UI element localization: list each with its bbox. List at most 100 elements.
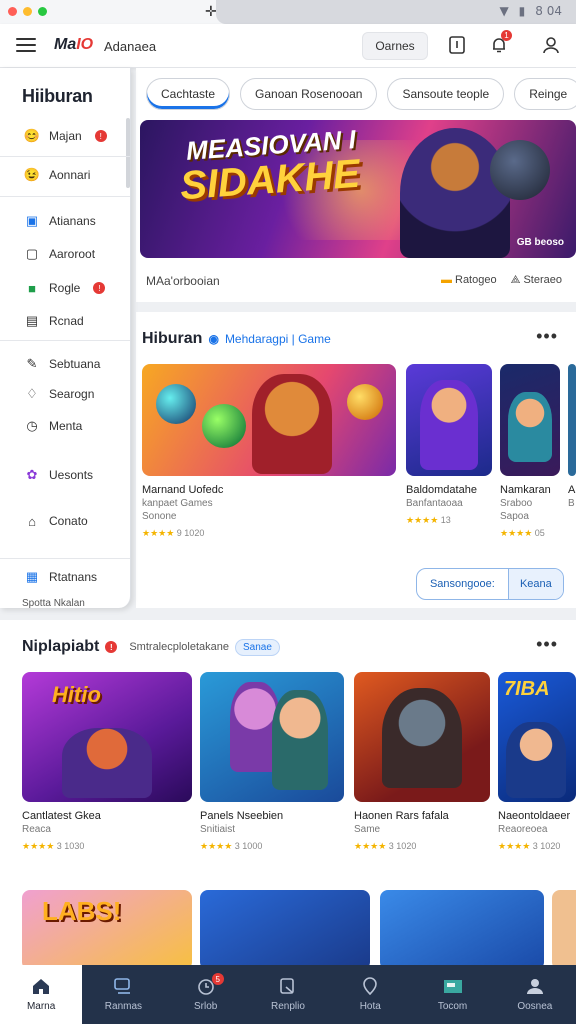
map-pin-icon — [363, 977, 378, 995]
game-subtitle: Reaoreoea — [498, 824, 548, 835]
game-card[interactable]: Panels Nseebien Snitiaist ★★★★ 3 1000 — [200, 672, 344, 852]
share-link[interactable]: ⟁ Steraeo — [511, 274, 562, 287]
nav-item-chat[interactable]: Ranmas — [82, 965, 164, 1024]
search-button[interactable]: Oarnes — [362, 32, 428, 60]
sidebar-divider — [0, 340, 130, 341]
rating-value: 05 — [534, 528, 545, 538]
hero-character — [400, 128, 510, 258]
nav-item-profile[interactable]: Oosnea — [494, 965, 576, 1024]
search-input[interactable]: Adanaea — [104, 39, 156, 54]
hero-tag: GB beoso — [516, 237, 564, 248]
nav-item-map[interactable]: Hota — [329, 965, 411, 1024]
sidebar-item-10[interactable]: ✿ Uesonts — [24, 467, 93, 483]
sidebar-scrollbar[interactable] — [126, 118, 130, 188]
view-toggle[interactable]: Sansongooe: Keana — [416, 568, 564, 600]
store-icon — [443, 980, 462, 993]
section-divider — [0, 608, 576, 620]
game-title: Baldomdatahe — [406, 484, 477, 496]
game-thumbnail-partial[interactable] — [200, 890, 370, 970]
game-card[interactable]: Marnand Uofedc kanpaet Games Sonone ★★★★… — [142, 364, 396, 539]
folder-link[interactable]: ▬ Ratogeo — [441, 274, 497, 287]
game-thumbnail-partial[interactable] — [380, 890, 544, 970]
view-toggle-right[interactable]: Keana — [507, 569, 563, 599]
game-title: Namkaran — [500, 484, 551, 496]
tab-category-3[interactable]: Sansoute teople — [387, 78, 505, 110]
clock-icon: ◷ — [26, 418, 38, 433]
game-card[interactable]: A B — [568, 364, 576, 510]
sidebar-item-9[interactable]: ◷ Menta — [24, 418, 82, 434]
game-rating: ★★★★ 3 1030 — [22, 840, 192, 852]
sidebar-item-4[interactable]: ▢ Aaroroot — [24, 246, 95, 262]
game-card[interactable]: Namkaran Sraboo Sapoa ★★★★ 05 — [500, 364, 560, 539]
game-thumbnail — [200, 672, 344, 802]
signal-icon: ▮ — [518, 4, 526, 18]
minimize-dot[interactable] — [23, 7, 32, 16]
game-rating: ★★★★ 13 — [406, 514, 492, 526]
sidebar-item-label: Majan — [49, 129, 82, 143]
account-icon[interactable] — [540, 34, 562, 56]
more-options-icon[interactable]: ••• — [536, 634, 558, 655]
game-title: Panels Nseebien — [200, 810, 284, 822]
nav-label: Tocom — [437, 1001, 468, 1012]
hero-banner[interactable]: MEASIOVAN I SIDAKHE GB beoso — [140, 120, 576, 258]
wifi-icon: ▼ — [499, 4, 509, 18]
phone-icon[interactable] — [446, 34, 468, 56]
share-link-label: Steraeo — [523, 274, 562, 286]
game-thumbnail-partial[interactable]: LABS! — [22, 890, 192, 970]
shield-icon: ♢ — [26, 386, 38, 401]
rating-stars: ★★★★ — [498, 841, 531, 851]
nav-item-timer[interactable]: 5 Srlob — [165, 965, 247, 1024]
sidebar: Hiiburan 😊 Majan! 😉 Aonnari ▣ Atianans ▢ Aar… — [0, 68, 131, 609]
section-badge[interactable]: Sanae — [235, 638, 280, 656]
nav-item-home[interactable]: Marna — [0, 965, 83, 1024]
tab-category-4[interactable]: Reinge — [514, 78, 576, 110]
view-toggle-left[interactable]: Sansongooe: — [417, 569, 508, 599]
folder-icon: ▬ — [440, 274, 452, 286]
section-header: Hiburan ◉ Mehdaragpi | Game — [142, 330, 331, 348]
section-niplapiabt: Niplapiabt ! Smtralecploletakane Sanae •… — [0, 620, 576, 970]
wink-icon: 😉 — [23, 167, 41, 182]
share-icon: ⟁ — [510, 274, 521, 286]
game-card[interactable]: Haonen Rars fafala Same ★★★★ 3 1020 — [354, 672, 490, 852]
sidebar-badge: ! — [94, 130, 107, 142]
sidebar-item-label: Rogle — [49, 281, 81, 295]
sidebar-item-12[interactable]: ▦ Rtatnans — [24, 569, 97, 585]
sidebar-item-11[interactable]: ⌂ Conato — [24, 513, 88, 529]
game-rating: ★★★★ 3 1020 — [354, 840, 490, 852]
sidebar-item-7[interactable]: ✎ Sebtuana — [24, 356, 101, 372]
tab-category-2[interactable]: Ganoan Rosenooan — [240, 78, 378, 110]
nav-item-edit[interactable]: Renplio — [247, 965, 329, 1024]
sidebar-item-5[interactable]: ■ Rogle! — [24, 280, 106, 296]
sidebar-item-2[interactable]: 😉 Aonnari — [24, 167, 90, 183]
sidebar-item-6[interactable]: ▤ Rcnad — [24, 313, 84, 329]
close-dot[interactable] — [8, 7, 17, 16]
game-thumbnail-partial[interactable] — [552, 890, 576, 970]
game-rating: ★★★★ 3 1020 — [498, 840, 576, 852]
news-icon: ▦ — [25, 569, 39, 584]
section-subtitle[interactable]: Mehdaragpi | Game — [225, 332, 331, 346]
maximize-dot[interactable] — [38, 7, 47, 16]
sidebar-item-3[interactable]: ▣ Atianans — [24, 213, 96, 229]
sidebar-item-8[interactable]: ♢ Searogn — [24, 386, 94, 402]
chat-icon — [114, 978, 131, 994]
bell-icon[interactable]: 1 — [488, 30, 512, 56]
game-title: A — [568, 484, 576, 496]
game-thumbnail: 7IBA — [498, 672, 576, 802]
game-card[interactable]: 7IBA Naeontoldaeer Reaoreoea ★★★★ 3 1020 — [498, 672, 576, 852]
app-logo[interactable]: MaIO — [54, 36, 93, 54]
sidebar-item-1[interactable]: 😊 Majan! — [24, 128, 107, 144]
game-card[interactable]: Hitio Cantlatest Gkea Reaca ★★★★ 3 1030 — [22, 672, 192, 852]
hamburger-menu-icon[interactable] — [16, 38, 36, 52]
game-card[interactable]: Baldomdatahe Banfantaoaa ★★★★ 13 — [406, 364, 492, 526]
section-title: Niplapiabt — [22, 638, 100, 655]
status-bar: ▼ ▮ 8 04 — [499, 4, 562, 18]
hero-ball — [490, 140, 550, 200]
logo-text: Ma — [54, 36, 77, 53]
nav-label: Marna — [26, 1001, 56, 1012]
more-options-icon[interactable]: ••• — [536, 326, 558, 347]
tab-category-1[interactable]: Cachtaste — [146, 78, 231, 110]
home-icon — [33, 979, 50, 994]
rating-value: 3 1020 — [532, 841, 561, 851]
nav-item-store[interactable]: Tocom — [411, 965, 493, 1024]
window-controls[interactable] — [8, 7, 47, 16]
